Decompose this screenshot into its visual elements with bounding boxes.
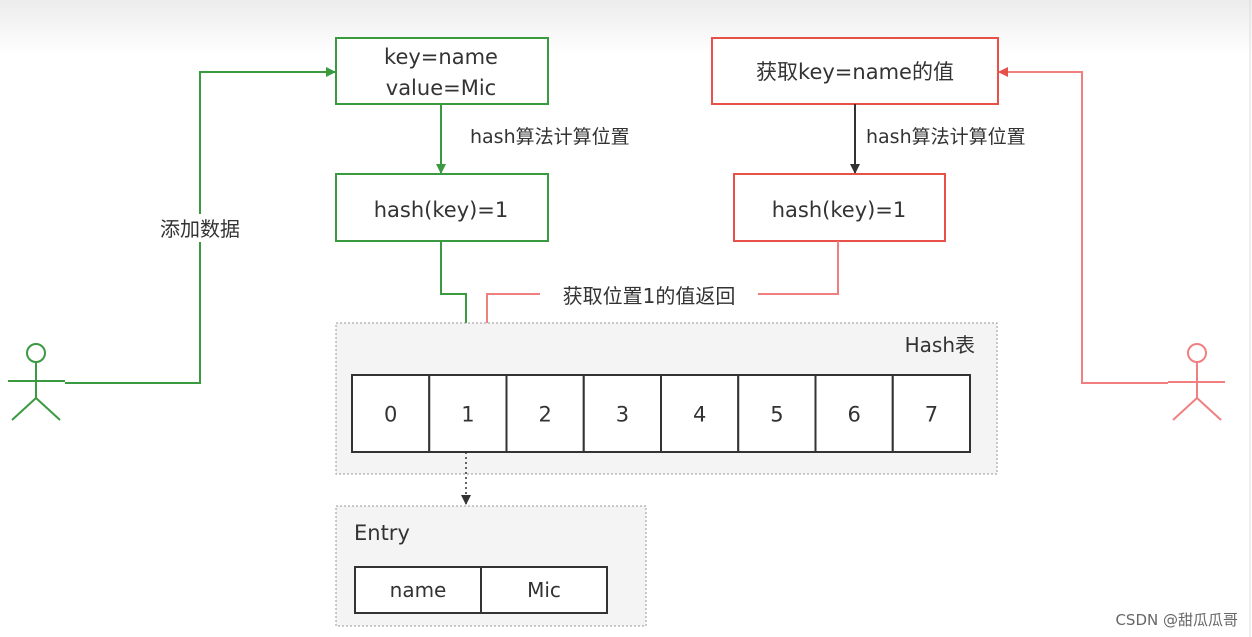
- hash-bucket-index: 7: [925, 403, 938, 427]
- hash-bucket-index: 1: [461, 403, 474, 427]
- hash-bucket-index: 0: [384, 403, 397, 427]
- top-shade: [0, 0, 1252, 55]
- get-request-text: 获取key=name的值: [756, 60, 954, 84]
- hash-bucket-index: 6: [847, 403, 860, 427]
- get-hash-label: hash算法计算位置: [866, 126, 1026, 148]
- hash-table-title: Hash表: [905, 333, 975, 357]
- get-return-label: 获取位置1的值返回: [563, 284, 736, 308]
- put-hash-label: hash算法计算位置: [470, 126, 630, 148]
- hashmap-diagram: 添加数据 key=name value=Mic hash算法计算位置 hash(…: [0, 0, 1252, 637]
- hash-bucket-index: 4: [693, 403, 706, 427]
- hash-table-cells: 0 1 2 3 4 5 6 7: [351, 374, 971, 453]
- hash-bucket-index: 2: [538, 403, 551, 427]
- watermark: CSDN @甜瓜瓜哥: [1115, 611, 1238, 629]
- get-request-arrow: [998, 67, 1168, 384]
- put-hash-text: hash(key)=1: [374, 198, 509, 222]
- add-data-label: 添加数据: [160, 217, 240, 241]
- hash-bucket-index: 5: [770, 403, 783, 427]
- put-value-text: value=Mic: [386, 76, 496, 100]
- actor-right-icon: [1168, 343, 1225, 421]
- hash-bucket-index: 3: [616, 403, 629, 427]
- entry-title: Entry: [354, 521, 410, 545]
- entry-value-text: Mic: [527, 578, 561, 602]
- actor-left-icon: [8, 343, 65, 421]
- entry-key-text: name: [390, 578, 447, 602]
- put-key-text: key=name: [384, 45, 498, 69]
- get-hash-text: hash(key)=1: [772, 198, 907, 222]
